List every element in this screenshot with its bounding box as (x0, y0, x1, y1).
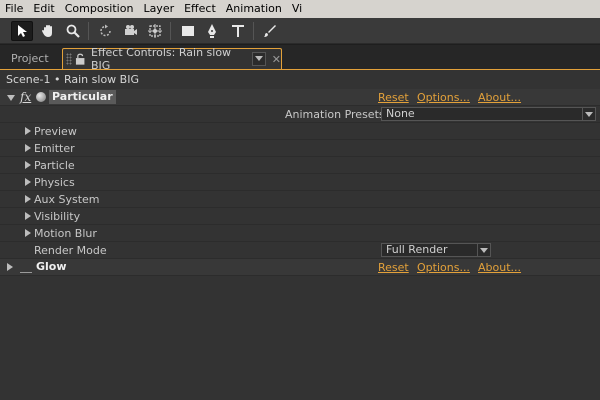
group-row-motion-blur[interactable]: Motion Blur (0, 225, 600, 242)
group-row-physics[interactable]: Physics (0, 174, 600, 191)
expand-triangle-icon[interactable] (25, 195, 31, 203)
chevron-down-icon (477, 244, 489, 256)
expand-triangle-icon[interactable] (25, 161, 31, 169)
group-row-visibility[interactable]: Visibility (0, 208, 600, 225)
menu-effect[interactable]: Effect (179, 0, 221, 18)
effect-name-particular[interactable]: Particular (49, 90, 116, 104)
effect-row-glow: Glow Reset Options... About... (0, 259, 600, 276)
reset-link-glow[interactable]: Reset (378, 259, 409, 276)
group-row-particle[interactable]: Particle (0, 157, 600, 174)
camera-orbit-icon[interactable] (120, 21, 142, 41)
options-link-particular[interactable]: Options... (417, 89, 470, 106)
tab-project[interactable]: Project (2, 48, 58, 69)
chevron-down-icon (582, 108, 594, 120)
group-label: Aux System (34, 193, 100, 206)
collapse-triangle-icon[interactable] (7, 95, 15, 101)
group-label: Visibility (34, 210, 81, 223)
menu-file[interactable]: File (0, 0, 28, 18)
effect-name-glow[interactable]: Glow (33, 260, 70, 274)
tools-toolbar (0, 18, 600, 44)
tab-menu-dropdown[interactable] (252, 52, 266, 66)
group-row-aux-system[interactable]: Aux System (0, 191, 600, 208)
expand-triangle-icon[interactable] (25, 212, 31, 220)
group-label: Particle (34, 159, 75, 172)
expand-triangle-icon[interactable] (25, 144, 31, 152)
toolbar-separator (253, 22, 254, 40)
menu-composition[interactable]: Composition (60, 0, 139, 18)
group-row-preview[interactable]: Preview (0, 123, 600, 140)
expand-triangle-icon[interactable] (7, 263, 13, 271)
about-link-glow[interactable]: About... (478, 259, 521, 276)
options-link-glow[interactable]: Options... (417, 259, 470, 276)
plugin-icon (36, 92, 46, 102)
group-label: Physics (34, 176, 75, 189)
effect-controls-panel: Scene-1 • Rain slow BIG fx Particular Re… (0, 69, 600, 400)
render-mode-dropdown[interactable]: Full Render (381, 243, 491, 257)
toolbar-separator (88, 22, 89, 40)
group-label: Emitter (34, 142, 75, 155)
menu-animation[interactable]: Animation (221, 0, 287, 18)
expand-triangle-icon[interactable] (25, 178, 31, 186)
menu-bar: File Edit Composition Layer Effect Anima… (0, 0, 600, 18)
render-mode-label: Render Mode (34, 244, 107, 257)
pan-behind-icon[interactable] (144, 21, 166, 41)
pen-icon[interactable] (201, 21, 223, 41)
menu-layer[interactable]: Layer (138, 0, 179, 18)
animation-presets-dropdown[interactable]: None (381, 107, 596, 121)
lock-icon[interactable] (75, 53, 85, 65)
effect-row-particular: fx Particular Reset Options... About... (0, 89, 600, 106)
animation-presets-row: Animation Presets: None (0, 106, 600, 123)
render-mode-row: Render Mode Full Render (0, 242, 600, 259)
breadcrumb: Scene-1 • Rain slow BIG (6, 73, 139, 86)
zoom-icon[interactable] (62, 21, 84, 41)
expand-triangle-icon[interactable] (25, 127, 31, 135)
reset-link-particular[interactable]: Reset (378, 89, 409, 106)
expand-triangle-icon[interactable] (25, 229, 31, 237)
animation-presets-value: None (386, 107, 415, 120)
panel-grip-icon[interactable] (66, 53, 72, 65)
type-icon[interactable] (227, 21, 249, 41)
group-row-emitter[interactable]: Emitter (0, 140, 600, 157)
menu-edit[interactable]: Edit (28, 0, 59, 18)
animation-presets-label: Animation Presets: (285, 108, 389, 121)
menu-view[interactable]: Vi (287, 0, 307, 18)
rotate-icon[interactable] (95, 21, 117, 41)
fx-toggle[interactable]: fx (20, 90, 31, 104)
chevron-down-icon (255, 56, 264, 61)
close-icon[interactable]: ✕ (272, 53, 281, 66)
about-link-particular[interactable]: About... (478, 89, 521, 106)
rectangle-mask-icon[interactable] (177, 21, 199, 41)
hand-icon[interactable] (37, 21, 59, 41)
selection-arrow-icon[interactable] (11, 21, 33, 41)
render-mode-value: Full Render (386, 243, 448, 256)
tab-project-label: Project (11, 52, 49, 65)
tab-effect-controls[interactable]: Effect Controls: Rain slow BIG ✕ (62, 46, 282, 72)
panel-tab-strip: Project Effect Controls: Rain slow BIG ✕ (0, 45, 600, 72)
group-label: Preview (34, 125, 77, 138)
toolbar-separator (170, 22, 171, 40)
brush-icon[interactable] (259, 21, 281, 41)
group-label: Motion Blur (34, 227, 97, 240)
fx-toggle-glow[interactable] (20, 262, 32, 273)
